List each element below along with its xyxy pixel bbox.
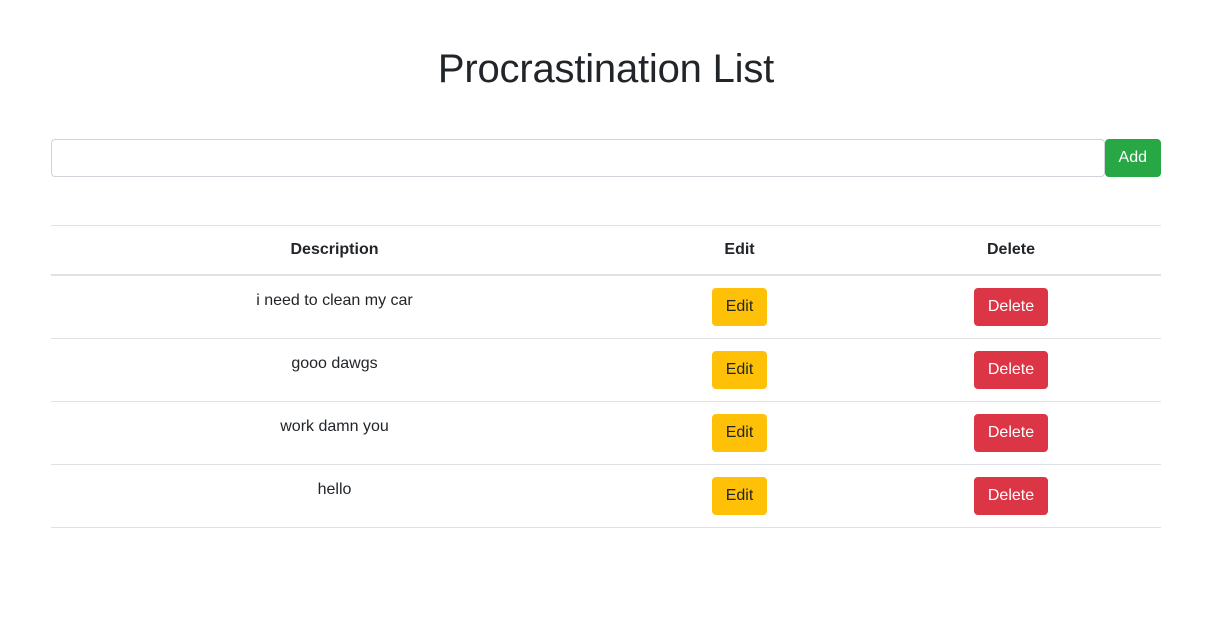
add-button[interactable]: Add	[1104, 139, 1161, 177]
add-todo-form: Add	[51, 139, 1161, 177]
table-row: gooo dawgs Edit Delete	[51, 338, 1161, 402]
table-header-row: Description Edit Delete	[51, 225, 1161, 276]
edit-button[interactable]: Edit	[711, 414, 768, 452]
column-header-delete: Delete	[861, 225, 1161, 276]
table-row: hello Edit Delete	[51, 464, 1161, 528]
delete-button[interactable]: Delete	[973, 477, 1049, 515]
column-header-edit: Edit	[618, 225, 861, 276]
table-row: work damn you Edit Delete	[51, 401, 1161, 465]
delete-button[interactable]: Delete	[973, 288, 1049, 326]
edit-button[interactable]: Edit	[711, 477, 768, 515]
edit-button[interactable]: Edit	[711, 288, 768, 326]
app-container: Procrastination List Add Description Edi…	[51, 0, 1161, 528]
todo-description: i need to clean my car	[51, 275, 618, 339]
table-row: i need to clean my car Edit Delete	[51, 275, 1161, 339]
todo-description: hello	[51, 464, 618, 528]
todo-table: Description Edit Delete i need to clean …	[51, 225, 1161, 528]
delete-button[interactable]: Delete	[973, 414, 1049, 452]
todo-description: work damn you	[51, 401, 618, 465]
edit-button[interactable]: Edit	[711, 351, 768, 389]
delete-button[interactable]: Delete	[973, 351, 1049, 389]
todo-description-input[interactable]	[51, 139, 1105, 177]
page-title: Procrastination List	[437, 47, 775, 91]
todo-description: gooo dawgs	[51, 338, 618, 402]
column-header-description: Description	[51, 225, 618, 276]
